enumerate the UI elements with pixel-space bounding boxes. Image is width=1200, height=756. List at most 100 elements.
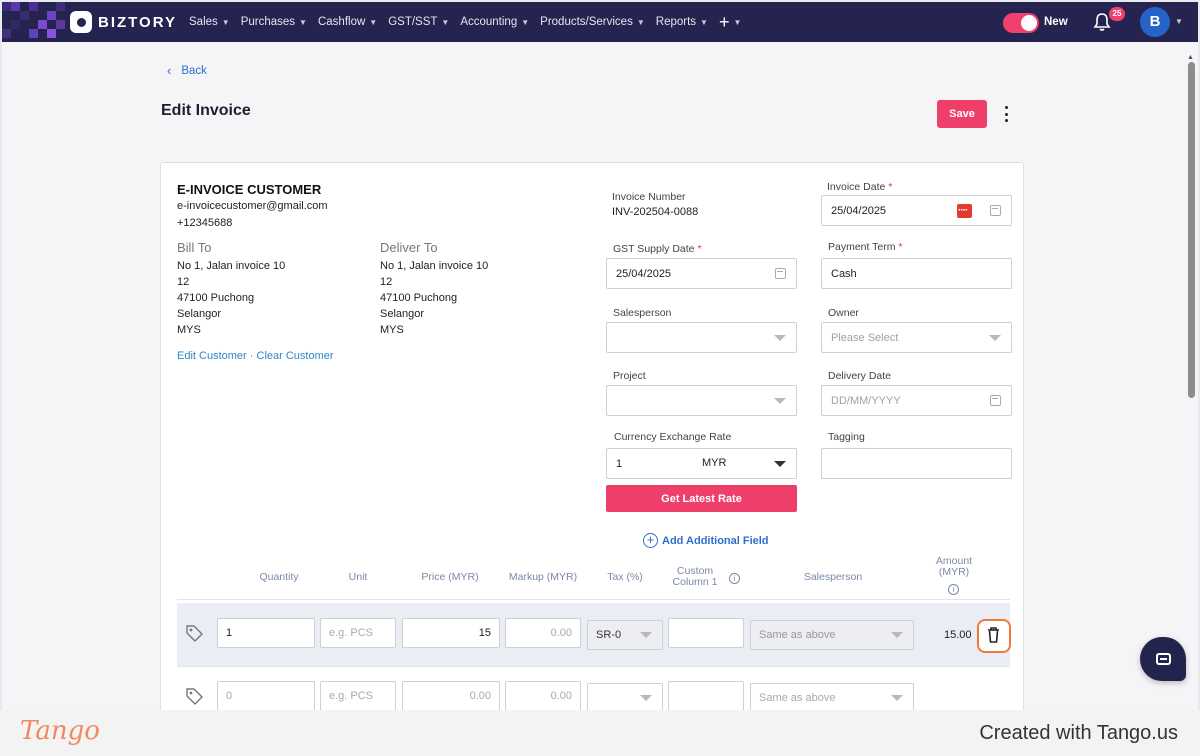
back-link[interactable]: ‹ Back: [167, 63, 207, 78]
dropdown-caret-icon: [640, 632, 652, 638]
quantity-input[interactable]: 0: [217, 681, 315, 710]
menu-accounting[interactable]: Accounting ▼: [460, 16, 529, 28]
row-amount: 15.00: [944, 629, 972, 641]
customer-email: e-invoicecustomer@gmail.com: [177, 200, 328, 212]
quantity-input[interactable]: 1: [217, 618, 315, 648]
bill-to-title: Bill To: [177, 240, 212, 255]
main-menu: Sales ▼ Purchases ▼ Cashflow ▼ GST/SST ▼ Acc…: [189, 2, 741, 42]
customer-links: Edit Customer · Clear Customer: [177, 350, 334, 362]
col-header-salesperson: Salesperson: [803, 571, 863, 583]
payment-term-input[interactable]: Cash: [821, 258, 1012, 289]
menu-reports[interactable]: Reports ▼: [656, 16, 708, 28]
menu-products-services[interactable]: Products/Services ▼: [540, 16, 645, 28]
page-scrollbar[interactable]: ▲: [1186, 54, 1196, 704]
deliver-to-line: MYS: [380, 324, 404, 336]
plus-icon: +: [718, 12, 730, 32]
markup-input[interactable]: 0.00: [505, 618, 581, 648]
chevron-down-icon: ▼: [700, 17, 708, 27]
row-salesperson-select[interactable]: Same as above: [750, 683, 914, 710]
tagging-input[interactable]: [821, 448, 1012, 479]
clear-customer-link[interactable]: Clear Customer: [257, 350, 334, 362]
project-select[interactable]: [606, 385, 797, 416]
custom-column-input[interactable]: [668, 681, 744, 710]
customer-name: E-INVOICE CUSTOMER: [177, 182, 322, 197]
col-header-price: Price (MYR): [421, 571, 479, 583]
chat-support-button[interactable]: [1140, 637, 1186, 681]
dropdown-caret-icon[interactable]: [774, 461, 786, 467]
top-navbar: BIZTORY Sales ▼ Purchases ▼ Cashflow ▼ GST/…: [2, 2, 1198, 42]
deliver-to-line: 12: [380, 276, 393, 288]
col-header-quantity: Quantity: [259, 571, 299, 583]
deliver-to-line: No 1, Jalan invoice 10: [380, 260, 489, 272]
table-row-divider: [177, 666, 1010, 667]
menu-quick-add[interactable]: + ▼: [719, 13, 741, 31]
chevron-down-icon[interactable]: ▼: [1175, 17, 1183, 26]
salesperson-select[interactable]: [606, 322, 797, 353]
dropdown-caret-icon: [640, 695, 652, 701]
chat-icon: [1156, 653, 1171, 665]
add-additional-field-button[interactable]: + Add Additional Field: [643, 533, 769, 548]
chevron-down-icon: ▼: [441, 17, 450, 27]
owner-select[interactable]: Please Select: [821, 322, 1012, 353]
biztory-logo-icon: [70, 11, 92, 33]
more-options-icon[interactable]: [1000, 106, 1012, 122]
scroll-up-arrow-icon[interactable]: ▲: [1187, 54, 1194, 61]
tango-credit: Created with Tango.us: [979, 722, 1178, 744]
tax-select[interactable]: SR-0: [587, 620, 663, 650]
menu-purchases[interactable]: Purchases ▼: [241, 16, 307, 28]
save-button[interactable]: Save: [937, 100, 987, 128]
biztory-logo[interactable]: BIZTORY: [70, 11, 177, 33]
markup-input[interactable]: 0.00: [505, 681, 581, 710]
delete-row-button[interactable]: [977, 619, 1011, 653]
deliver-to-line: 47100 Puchong: [380, 292, 458, 304]
col-header-markup: Markup (MYR): [508, 571, 578, 583]
invoice-form-card: E-INVOICE CUSTOMER e-invoicecustomer@gma…: [160, 162, 1024, 710]
calendar-icon[interactable]: [775, 268, 786, 279]
brand-pixel-pattern: [2, 2, 72, 42]
app-window: BIZTORY Sales ▼ Purchases ▼ Cashflow ▼ GST/…: [2, 2, 1198, 710]
payment-term-label: Payment Term *: [828, 241, 903, 253]
bill-to-line: MYS: [177, 324, 201, 336]
get-latest-rate-button[interactable]: Get Latest Rate: [606, 485, 797, 512]
unit-input[interactable]: e.g. PCS: [320, 681, 396, 710]
invoice-date-label: Invoice Date *: [827, 181, 893, 193]
invoice-date-input[interactable]: 25/04/2025: [821, 195, 1012, 226]
bill-to-line: No 1, Jalan invoice 10: [177, 260, 286, 272]
new-ui-toggle[interactable]: [1003, 13, 1039, 33]
col-header-amount: Amount (MYR): [935, 555, 973, 578]
scrollbar-thumb[interactable]: [1188, 62, 1195, 398]
delivery-date-label: Delivery Date: [828, 370, 892, 382]
tagging-label: Tagging: [828, 431, 865, 443]
price-input[interactable]: 0.00: [402, 681, 500, 710]
custom-column-input[interactable]: [668, 618, 744, 648]
chevron-down-icon: ▼: [733, 17, 742, 27]
menu-cashflow[interactable]: Cashflow ▼: [318, 16, 377, 28]
salesperson-label: Salesperson: [613, 307, 672, 319]
calendar-icon[interactable]: [990, 205, 1001, 216]
info-icon[interactable]: i: [729, 573, 740, 584]
invoice-number-label: Invoice Number: [612, 191, 686, 203]
table-header-divider: [177, 599, 1010, 600]
user-avatar[interactable]: B: [1140, 7, 1170, 37]
price-input[interactable]: 15: [402, 618, 500, 648]
col-header-tax: Tax (%): [607, 571, 643, 583]
unit-input[interactable]: e.g. PCS: [320, 618, 396, 648]
tag-icon[interactable]: [183, 624, 205, 642]
bill-to-line: Selangor: [177, 308, 222, 320]
menu-gst-sst[interactable]: GST/SST ▼: [388, 16, 449, 28]
currency-exchange-rate-input[interactable]: 1 MYR: [606, 448, 797, 479]
tax-select[interactable]: [587, 683, 663, 710]
delivery-date-input[interactable]: DD/MM/YYYY: [821, 385, 1012, 416]
notification-count-badge: 25: [1109, 7, 1125, 21]
new-ui-toggle-label: New: [1044, 16, 1068, 28]
owner-label: Owner: [828, 307, 859, 319]
password-manager-icon[interactable]: [957, 204, 972, 218]
info-icon[interactable]: i: [948, 584, 959, 595]
edit-customer-link[interactable]: Edit Customer: [177, 350, 247, 362]
calendar-icon[interactable]: [990, 395, 1001, 406]
row-salesperson-select[interactable]: Same as above: [750, 620, 914, 650]
gst-supply-date-input[interactable]: 25/04/2025: [606, 258, 797, 289]
menu-sales[interactable]: Sales ▼: [189, 16, 230, 28]
currency-exchange-rate-label: Currency Exchange Rate: [614, 431, 732, 443]
tag-icon[interactable]: [183, 687, 205, 705]
